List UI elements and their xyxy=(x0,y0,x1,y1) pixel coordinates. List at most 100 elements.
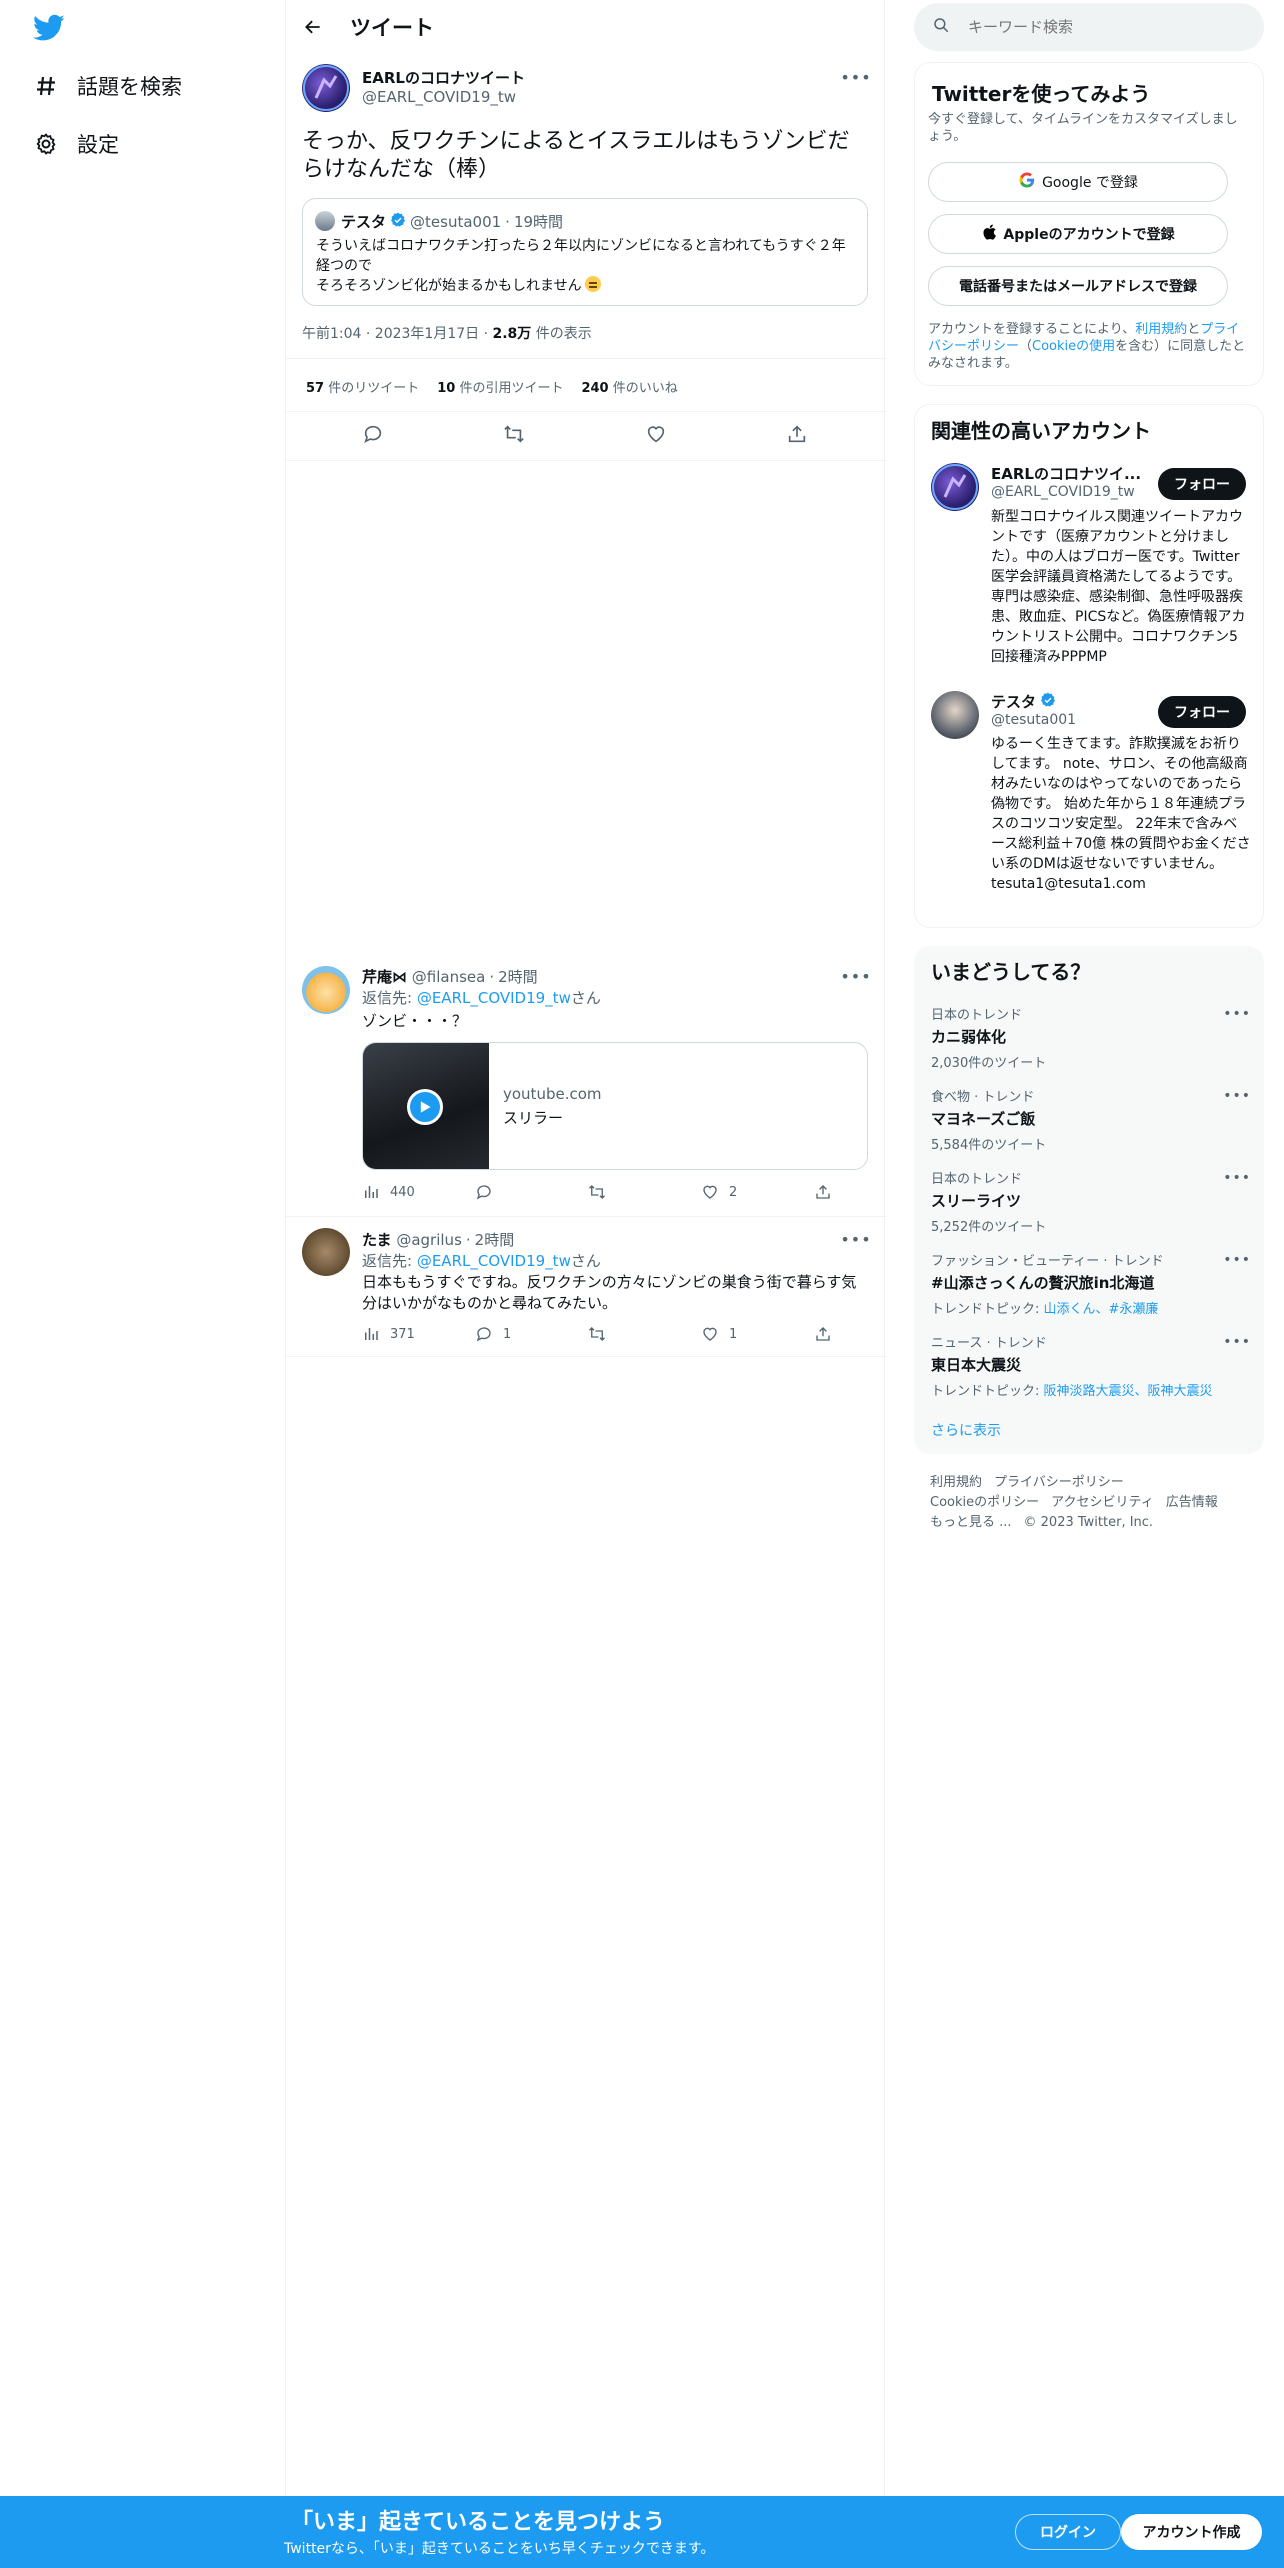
more-icon[interactable]: ••• xyxy=(840,64,870,90)
play-icon[interactable] xyxy=(407,1089,443,1125)
retweet-icon[interactable] xyxy=(588,1183,656,1201)
more-icon[interactable]: ••• xyxy=(840,1226,870,1252)
reply-author-handle[interactable]: @agrilus xyxy=(396,1231,462,1249)
more-icon[interactable]: ••• xyxy=(840,963,870,989)
trend-item[interactable]: 日本のトレンド スリーライツ 5,252件のツイート ••• xyxy=(931,1168,1251,1235)
views-stat[interactable]: 371 xyxy=(362,1325,430,1343)
apple-icon xyxy=(981,223,997,245)
face-emoji-icon xyxy=(584,276,601,292)
apple-signup-button[interactable]: Appleのアカウントで登録 xyxy=(928,214,1228,254)
footer-copyright: © 2023 Twitter, Inc. xyxy=(1023,1515,1154,1530)
tweet-stats: 57 件のリツイート 10 件の引用ツイート 240 件のいいね xyxy=(306,377,678,396)
reply-to-link[interactable]: @EARL_COVID19_tw xyxy=(417,989,571,1007)
likes-stat[interactable]: 240 件のいいね xyxy=(581,377,677,396)
terms-link[interactable]: 利用規約 xyxy=(1135,322,1187,337)
search-input[interactable] xyxy=(968,18,1248,36)
footer-cookie[interactable]: Cookieのポリシー xyxy=(930,1495,1039,1510)
signup-button[interactable]: アカウント作成 xyxy=(1121,2514,1262,2550)
share-icon[interactable] xyxy=(786,423,808,449)
trend-item[interactable]: 食べ物 · トレンド マヨネーズご飯 5,584件のツイート ••• xyxy=(931,1086,1251,1153)
like-icon[interactable]: 1 xyxy=(701,1325,769,1343)
main-column: ツイート EARLのコロナツイート @EARL_COVID19_tw ••• そ… xyxy=(285,0,886,2568)
avatar[interactable] xyxy=(302,1228,350,1276)
footer-ads[interactable]: 広告情報 xyxy=(1166,1495,1218,1510)
account-bio: 新型コロナウイルス関連ツイートアカウントです（医療アカウントと分けました）。中の… xyxy=(991,509,1246,665)
more-icon[interactable]: ••• xyxy=(1223,1334,1251,1350)
reply-author-handle[interactable]: @filansea xyxy=(412,968,486,986)
follow-button[interactable]: フォロー xyxy=(1158,696,1246,728)
like-icon[interactable]: 2 xyxy=(701,1183,769,1201)
cookie-link[interactable]: Cookieの使用 xyxy=(1032,339,1115,354)
footer-privacy[interactable]: プライバシーポリシー xyxy=(994,1475,1124,1490)
footer-more[interactable]: もっと見る ... xyxy=(930,1515,1012,1530)
avatar[interactable] xyxy=(302,966,350,1014)
signup-title: Twitterを使ってみよう xyxy=(932,82,1151,106)
quoted-tweet[interactable]: テスタ @tesuta001 · 19時間 そういえばコロナワクチン打ったら２年… xyxy=(302,198,868,306)
more-icon[interactable]: ••• xyxy=(1223,1006,1251,1022)
like-icon[interactable] xyxy=(645,423,667,449)
more-icon[interactable]: ••• xyxy=(1223,1170,1251,1186)
reply-to-line: 返信先: @EARL_COVID19_twさん xyxy=(362,1252,601,1270)
login-button[interactable]: ログイン xyxy=(1015,2514,1121,2550)
author-handle[interactable]: @EARL_COVID19_tw xyxy=(362,88,516,106)
reply-time[interactable]: 2時間 xyxy=(498,968,538,986)
follow-button[interactable]: フォロー xyxy=(1158,468,1246,500)
reply-actions: 440 2 xyxy=(362,1183,832,1201)
author-name[interactable]: EARLのコロナツイート xyxy=(362,67,525,88)
quotes-stat[interactable]: 10 件の引用ツイート xyxy=(437,377,563,396)
verified-badge-icon xyxy=(1040,692,1056,712)
tweet-text: そっか、反ワクチンによるとイスラエルはもうゾンビだらけなんだな（棒） xyxy=(302,129,850,182)
reply-icon[interactable] xyxy=(475,1183,543,1201)
reply-author-name[interactable]: 芹庵⋈ xyxy=(362,968,407,986)
reply-actions: 371 1 1 xyxy=(362,1325,832,1343)
link-thumbnail xyxy=(363,1043,489,1169)
related-accounts-card: 関連性の高いアカウント EARLのコロナツイ... @EARL_COVID19_… xyxy=(914,404,1264,928)
reply-icon[interactable] xyxy=(362,423,384,449)
reply-to-link[interactable]: @EARL_COVID19_tw xyxy=(417,1252,571,1270)
reply-author-name[interactable]: たま xyxy=(362,1231,392,1249)
avatar[interactable] xyxy=(931,691,979,739)
footer-accessibility[interactable]: アクセシビリティ xyxy=(1051,1495,1154,1510)
reply-icon[interactable]: 1 xyxy=(475,1325,543,1343)
signup-card: Twitterを使ってみよう 今すぐ登録して、タイムラインをカスタマイズしましょ… xyxy=(914,62,1264,386)
retweets-stat[interactable]: 57 件のリツイート xyxy=(306,377,419,396)
account-handle[interactable]: @EARL_COVID19_tw xyxy=(991,484,1135,500)
more-icon[interactable]: ••• xyxy=(1223,1252,1251,1268)
search-box[interactable] xyxy=(914,3,1264,51)
reply-time[interactable]: 2時間 xyxy=(475,1231,515,1249)
nav-explore[interactable]: 話題を検索 xyxy=(33,66,182,106)
trend-item[interactable]: ファッション・ビューティー · トレンド #山添さっくんの贅沢旅in北海道 トレ… xyxy=(931,1250,1251,1317)
avatar[interactable] xyxy=(931,463,979,511)
account-name[interactable]: EARLのコロナツイ... xyxy=(991,463,1141,484)
tweet-time[interactable]: 午前1:04 · 2023年1月17日 · xyxy=(302,326,493,342)
trend-item[interactable]: ニュース · トレンド 東日本大震災 トレンドトピック: 阪神淡路大震災、阪神大… xyxy=(931,1332,1251,1399)
bottom-subtitle: Twitterなら、「いま」起きていることをいち早くチェックできます。 xyxy=(284,2541,715,2557)
twitter-logo-icon[interactable] xyxy=(33,14,65,42)
retweet-icon[interactable] xyxy=(503,423,525,449)
footer-terms[interactable]: 利用規約 xyxy=(930,1475,982,1490)
views-stat[interactable]: 440 xyxy=(362,1183,430,1201)
avatar[interactable] xyxy=(302,64,350,112)
phone-email-signup-button[interactable]: 電話番号またはメールアドレスで登録 xyxy=(928,266,1228,306)
nav-settings[interactable]: 設定 xyxy=(33,124,119,164)
page-header: ツイート xyxy=(286,0,886,54)
more-icon[interactable]: ••• xyxy=(1223,1088,1251,1104)
signup-legal: アカウントを登録することにより、利用規約とプライバシーポリシー（Cookieの使… xyxy=(928,322,1246,371)
account-handle[interactable]: @tesuta001 xyxy=(991,712,1076,728)
bottom-signup-bar: 「いま」起きていることを見つけよう Twitterなら、「いま」起きていることを… xyxy=(0,2496,1284,2568)
google-signup-button[interactable]: Google で登録 xyxy=(928,162,1228,202)
gear-icon xyxy=(33,131,59,157)
views-count: 2.8万 xyxy=(492,326,532,342)
views-icon xyxy=(365,1328,378,1340)
share-icon[interactable] xyxy=(814,1183,832,1201)
trend-item[interactable]: 日本のトレンド カニ弱体化 2,030件のツイート ••• xyxy=(931,1004,1251,1071)
account-name[interactable]: テスタ xyxy=(991,691,1036,712)
reply-to-line: 返信先: @EARL_COVID19_twさん xyxy=(362,989,601,1007)
link-card[interactable]: youtube.com スリラー xyxy=(362,1042,868,1170)
back-arrow-icon[interactable] xyxy=(298,12,328,42)
share-icon[interactable] xyxy=(814,1325,832,1343)
trends-title: いまどうしてる？ xyxy=(931,960,1091,984)
show-more-link[interactable]: さらに表示 xyxy=(931,1420,1001,1440)
retweet-icon[interactable] xyxy=(588,1325,656,1343)
link-domain: youtube.com xyxy=(503,1085,602,1103)
